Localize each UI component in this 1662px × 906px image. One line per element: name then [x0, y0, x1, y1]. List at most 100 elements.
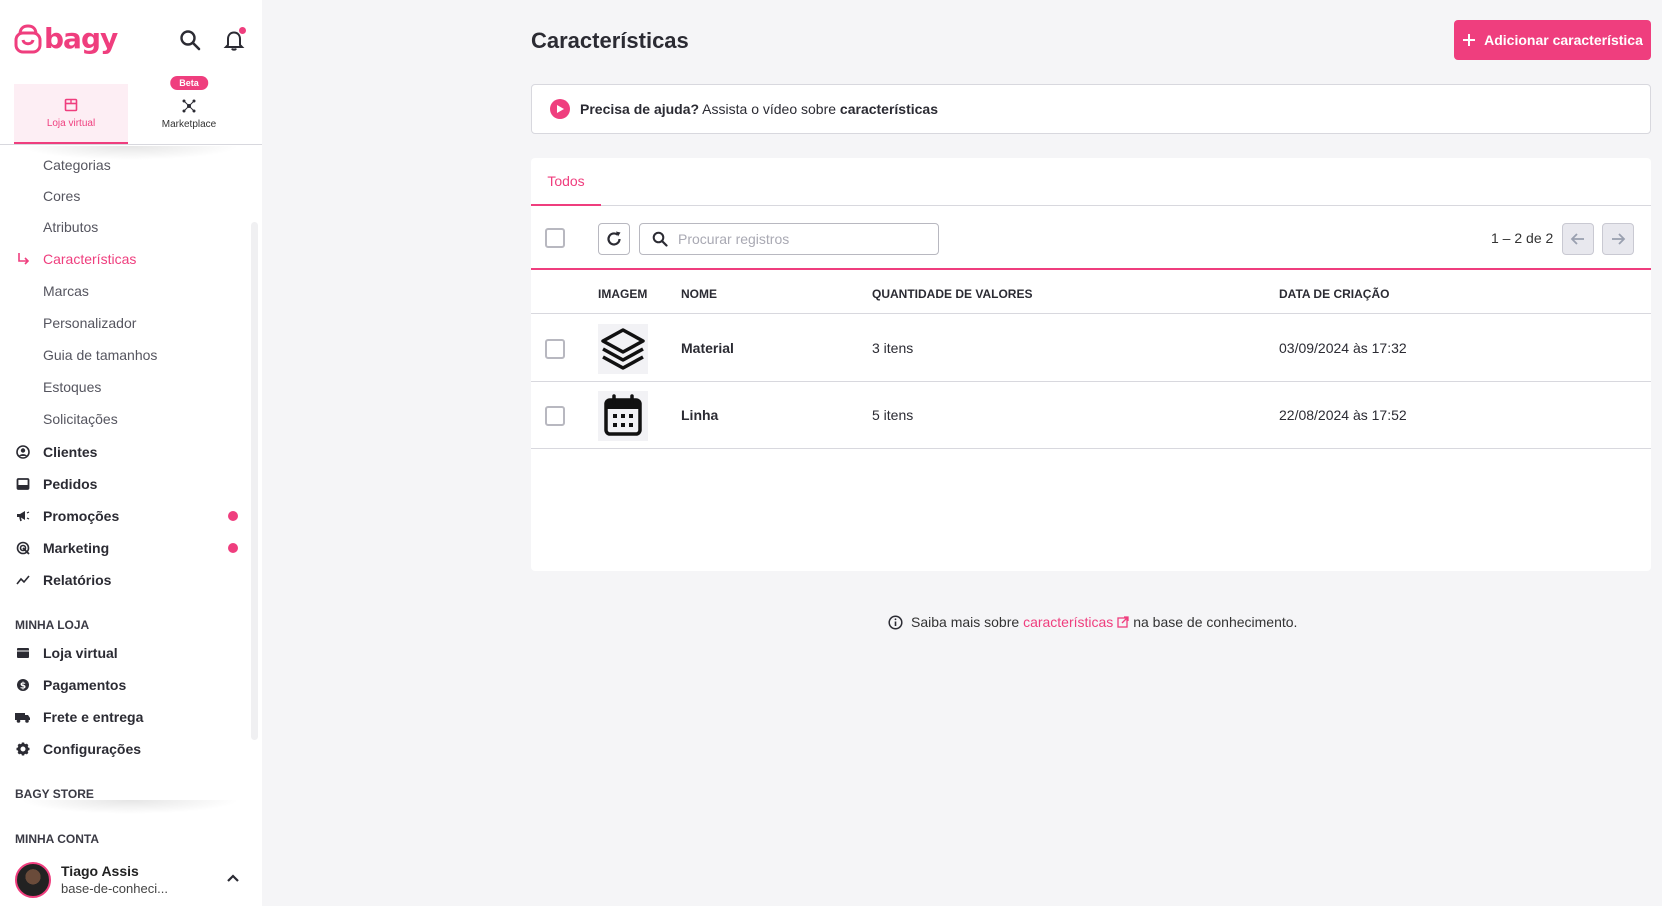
new-indicator-dot [228, 543, 238, 553]
network-icon [182, 99, 196, 112]
brand-name: bagy [44, 22, 118, 55]
knowledge-base-note: Saiba mais sobre características na base… [888, 614, 1297, 630]
divider [0, 144, 262, 145]
sidebar-item-label: Características [43, 251, 137, 267]
sidebar-item-label: Marketing [43, 540, 110, 556]
megaphone-icon [15, 508, 31, 524]
next-page-button[interactable] [1602, 223, 1634, 255]
column-header-quantidade: QUANTIDADE DE VALORES [872, 287, 1033, 301]
row-date: 22/08/2024 às 17:52 [1279, 407, 1407, 423]
tab-marketplace[interactable]: Beta Marketplace [132, 76, 246, 144]
account-menu[interactable]: Tiago Assis base-de-conheci... [15, 860, 251, 900]
section-title-bagy-store: BAGY STORE [15, 787, 94, 801]
bagy-logo[interactable]: bagy [14, 22, 118, 55]
tab-todos[interactable]: Todos [531, 158, 601, 206]
sidebar-item-loja-virtual[interactable]: Loja virtual [0, 638, 250, 668]
sidebar-item-label: Categorias [43, 157, 111, 173]
sidebar-item-estoques[interactable]: Estoques [0, 372, 250, 402]
sub-arrow-icon [15, 251, 31, 267]
sidebar-item-pedidos[interactable]: Pedidos [0, 469, 250, 499]
sidebar-item-label: Guia de tamanhos [43, 347, 158, 363]
sidebar-item-atributos[interactable]: Atributos [0, 212, 250, 242]
info-icon [888, 614, 903, 630]
column-header-data-criacao: DATA DE CRIAÇÃO [1279, 287, 1390, 301]
account-store: base-de-conheci... [61, 881, 168, 896]
chevron-up-icon[interactable] [225, 870, 241, 891]
sidebar-item-label: Marcas [43, 283, 89, 299]
tab-label: Marketplace [161, 118, 217, 130]
sidebar-item-label: Atributos [43, 219, 99, 235]
sidebar-item-configuracoes[interactable]: Configurações [0, 734, 250, 764]
search-box[interactable] [639, 223, 939, 255]
sidebar-item-pagamentos[interactable]: $ Pagamentos [0, 670, 250, 700]
scroll-shadow [20, 800, 240, 814]
sidebar-item-frete-e-entrega[interactable]: Frete e entrega [0, 702, 250, 732]
user-circle-icon [15, 444, 31, 460]
kb-prefix: Saiba mais sobre [911, 614, 1024, 630]
characteristics-table-card: Todos 1 – 2 de 2 IMAGEM NOME QUANTIDADE … [531, 158, 1651, 571]
column-header-nome: NOME [681, 287, 717, 301]
kb-link-text: características [1023, 614, 1114, 630]
chart-line-icon [15, 572, 31, 588]
section-title-minha-conta: MINHA CONTA [15, 832, 99, 846]
sidebar-item-label: Configurações [43, 741, 142, 757]
table-header: IMAGEM NOME QUANTIDADE DE VALORES DATA D… [531, 272, 1651, 314]
row-name[interactable]: Linha [681, 407, 718, 423]
target-icon [15, 540, 31, 556]
new-indicator-dot [228, 511, 238, 521]
play-video-icon[interactable] [550, 99, 570, 119]
sidebar-item-label: Frete e entrega [43, 709, 144, 725]
inbox-icon [15, 476, 31, 492]
sidebar-item-marcas[interactable]: Marcas [0, 276, 250, 306]
sidebar-item-label: Loja virtual [43, 645, 118, 661]
sidebar-item-label: Pagamentos [43, 677, 127, 693]
bag-logo-icon [14, 23, 42, 53]
search-input[interactable] [678, 231, 918, 247]
sidebar-item-clientes[interactable]: Clientes [0, 437, 250, 467]
sidebar-item-relatorios[interactable]: Relatórios [0, 565, 250, 595]
sidebar-item-marketing[interactable]: Marketing [0, 533, 250, 563]
arrow-right-icon [1612, 233, 1626, 245]
sidebar-item-personalizador[interactable]: Personalizador [0, 308, 250, 338]
notification-dot [238, 26, 247, 35]
row-count: 5 itens [872, 407, 914, 423]
section-title-minha-loja: MINHA LOJA [15, 618, 90, 632]
dollar-circle-icon: $ [15, 677, 31, 693]
tab-loja-virtual[interactable]: Loja virtual [14, 84, 128, 144]
row-checkbox[interactable] [545, 339, 565, 359]
select-all-checkbox[interactable] [545, 228, 565, 248]
sidebar-item-label: Promoções [43, 508, 120, 524]
sidebar-item-categorias[interactable]: Categorias [0, 150, 250, 180]
sidebar-item-label: Estoques [43, 379, 102, 395]
notifications-button[interactable] [222, 26, 247, 52]
refresh-button[interactable] [598, 223, 630, 255]
tab-label: Loja virtual [46, 117, 96, 129]
store-icon [64, 98, 78, 111]
account-name: Tiago Assis [61, 863, 139, 879]
previous-page-button[interactable] [1562, 223, 1594, 255]
help-topic[interactable]: características [840, 101, 938, 117]
add-button-label: Adicionar característica [1484, 32, 1643, 48]
search-button[interactable] [178, 28, 202, 52]
gear-icon [15, 741, 31, 757]
table-row[interactable]: Linha 5 itens 22/08/2024 às 17:52 [531, 382, 1651, 449]
sidebar-item-solicitacoes[interactable]: Solicitações [0, 404, 250, 434]
sidebar: bagy Loja virtual Beta Marketplace Categ… [0, 0, 262, 906]
kb-link[interactable]: características [1023, 614, 1129, 630]
help-text: Assista o vídeo sobre [699, 101, 840, 117]
sidebar-item-label: Clientes [43, 444, 98, 460]
sidebar-item-caracteristicas[interactable]: Características [0, 244, 250, 274]
sidebar-scrollbar[interactable] [251, 222, 258, 740]
table-row[interactable]: Material 3 itens 03/09/2024 às 17:32 [531, 315, 1651, 382]
truck-icon [15, 709, 31, 725]
sidebar-item-cores[interactable]: Cores [0, 181, 250, 211]
sidebar-item-promocoes[interactable]: Promoções [0, 501, 250, 531]
arrow-left-icon [1570, 233, 1584, 245]
calendar-icon [598, 391, 648, 441]
add-characteristic-button[interactable]: Adicionar característica [1454, 20, 1651, 60]
sidebar-item-label: Cores [43, 188, 81, 204]
sidebar-item-guia-de-tamanhos[interactable]: Guia de tamanhos [0, 340, 250, 370]
row-checkbox[interactable] [545, 406, 565, 426]
row-name[interactable]: Material [681, 340, 734, 356]
search-icon [652, 231, 668, 247]
